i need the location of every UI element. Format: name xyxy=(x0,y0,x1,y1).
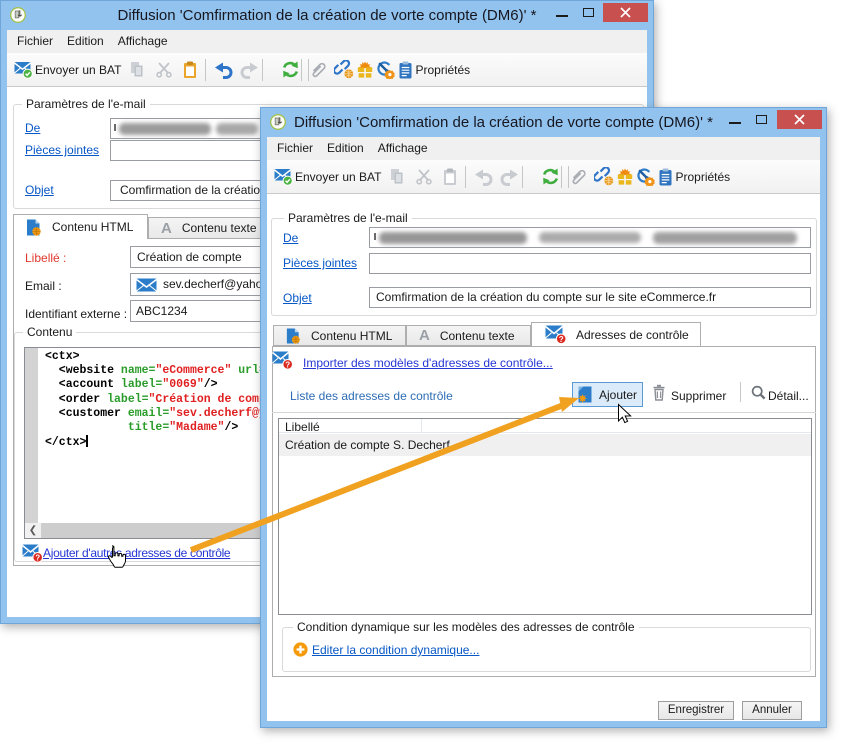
svg-text:?: ? xyxy=(285,360,290,369)
svg-text:?: ? xyxy=(559,335,564,344)
svg-text:?: ? xyxy=(35,553,40,562)
